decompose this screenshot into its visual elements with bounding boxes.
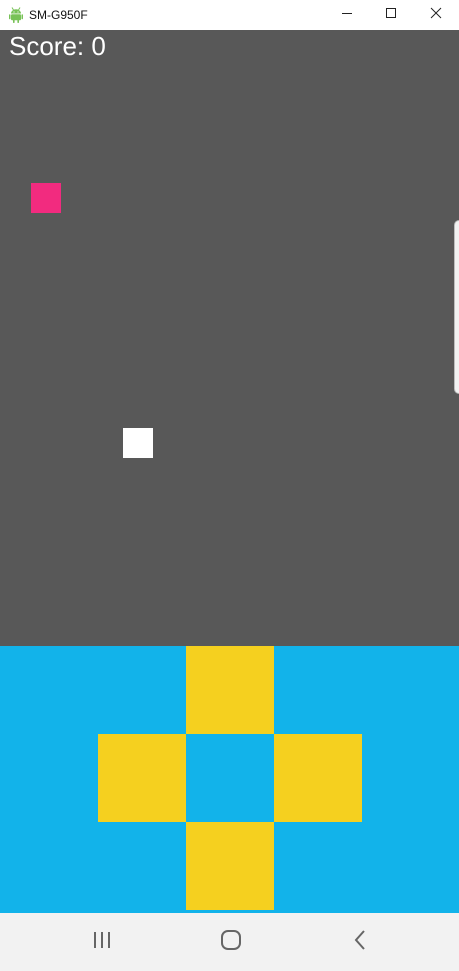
controls-panel bbox=[0, 646, 459, 913]
close-button[interactable] bbox=[413, 0, 459, 30]
dpad-up-button[interactable] bbox=[186, 646, 274, 734]
home-button[interactable] bbox=[201, 913, 261, 971]
back-icon bbox=[353, 929, 367, 956]
close-icon bbox=[430, 6, 442, 24]
back-button[interactable] bbox=[330, 913, 390, 971]
snake-head bbox=[123, 428, 153, 458]
recent-apps-button[interactable] bbox=[72, 913, 132, 971]
food-square bbox=[31, 183, 61, 213]
side-scroll-handle[interactable] bbox=[454, 220, 459, 394]
navigation-bar bbox=[0, 913, 459, 971]
maximize-icon bbox=[385, 6, 397, 24]
window-title: SM-G950F bbox=[29, 8, 88, 22]
dpad-down-button[interactable] bbox=[186, 822, 274, 910]
android-icon bbox=[9, 7, 23, 23]
home-icon bbox=[220, 929, 242, 956]
maximize-button[interactable] bbox=[368, 0, 414, 30]
score-label: Score: 0 bbox=[9, 31, 106, 61]
dpad-right-button[interactable] bbox=[274, 734, 362, 822]
minimize-icon bbox=[341, 6, 353, 24]
minimize-button[interactable] bbox=[324, 0, 370, 30]
game-field[interactable]: Score: 0 bbox=[0, 30, 459, 646]
dpad-left-button[interactable] bbox=[98, 734, 186, 822]
recent-apps-icon bbox=[91, 931, 113, 954]
emulator-window: SM-G950F Score: 0 bbox=[0, 0, 459, 971]
title-bar: SM-G950F bbox=[0, 0, 459, 30]
